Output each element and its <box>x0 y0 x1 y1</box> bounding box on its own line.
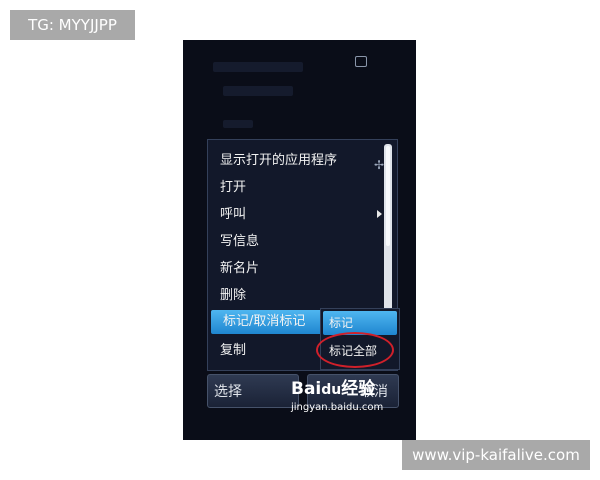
watermark-brand-left: Bai <box>291 379 322 399</box>
scrollbar-thumb[interactable] <box>386 146 390 246</box>
select-softkey[interactable]: 选择 <box>207 374 299 408</box>
menu-item-label: 呼叫 <box>220 207 247 222</box>
chevron-right-icon <box>377 210 382 218</box>
menu-item-call[interactable]: 呼叫 <box>208 201 388 228</box>
watermark-brand-right: 经验 <box>341 379 376 399</box>
background-blur-block <box>223 86 293 96</box>
menu-item-delete[interactable]: 删除 <box>208 282 388 309</box>
menu-item-label: 显示打开的应用程序 <box>220 153 338 168</box>
menu-scrollbar[interactable] <box>384 144 392 324</box>
menu-item-label: 删除 <box>220 288 247 303</box>
menu-item-new-card[interactable]: 新名片 <box>208 255 388 282</box>
background-blur-block <box>223 120 253 128</box>
menu-item-mark-unmark[interactable]: 标记/取消标记 <box>211 310 323 334</box>
menu-item-open[interactable]: 打开 <box>208 174 388 201</box>
watermark-url: jingyan.baidu.com <box>291 402 384 413</box>
menu-item-label: 新名片 <box>220 261 260 276</box>
watermark-brand: Baidu经验 <box>291 378 409 401</box>
tg-label: TG: MYYJJPP <box>10 10 135 40</box>
background-blur-block <box>213 62 303 72</box>
menu-item-show-open-apps[interactable]: 显示打开的应用程序 ✢ <box>208 147 388 174</box>
baidu-watermark: Baidu经验 jingyan.baidu.com <box>291 378 409 426</box>
annotation-circle <box>316 332 394 368</box>
menu-item-label: 复制 <box>220 343 247 358</box>
site-url-label: www.vip-kaifalive.com <box>402 440 590 470</box>
phone-screen: 显示打开的应用程序 ✢ 打开 呼叫 写信息 新名片 删除 标记/取消标记 复制 <box>183 40 416 440</box>
menu-item-label: 打开 <box>220 180 247 195</box>
message-icon <box>355 56 367 67</box>
menu-item-write-message[interactable]: 写信息 <box>208 228 388 255</box>
watermark-brand-paw: du <box>321 382 342 398</box>
submenu-item-label: 标记 <box>329 316 354 330</box>
menu-item-label: 标记/取消标记 <box>223 314 306 329</box>
menu-item-label: 写信息 <box>220 234 260 249</box>
